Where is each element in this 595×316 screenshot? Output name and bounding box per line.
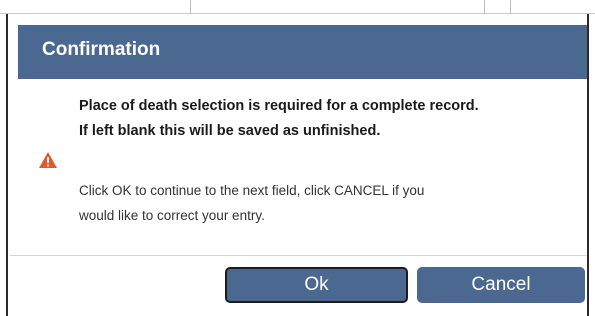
instruction-line: Click OK to continue to the next field, … xyxy=(79,183,425,198)
instruction-line: would like to correct your entry. xyxy=(79,208,265,223)
ok-button-label: Ok xyxy=(304,274,329,295)
cancel-button[interactable]: Cancel xyxy=(417,267,585,303)
ok-button[interactable]: Ok xyxy=(225,267,408,303)
footer-divider xyxy=(10,255,587,256)
message-line: Place of death selection is required for… xyxy=(79,98,479,114)
dialog-title: Confirmation xyxy=(42,39,161,60)
confirmation-dialog: Confirmation Place of death selection is… xyxy=(6,14,589,316)
background-column-divider xyxy=(510,0,511,14)
message-line: If left blank this will be saved as unfi… xyxy=(79,123,381,139)
dialog-message: Place of death selection is required for… xyxy=(79,94,589,144)
cancel-button-label: Cancel xyxy=(471,274,531,295)
dialog-instructions: Click OK to continue to the next field, … xyxy=(79,178,579,228)
background-column-divider xyxy=(190,0,191,14)
background-window-strip xyxy=(0,0,595,14)
background-column-divider xyxy=(484,0,485,14)
warning-icon xyxy=(39,152,57,168)
dialog-header: Confirmation xyxy=(18,25,587,79)
page: Confirmation Place of death selection is… xyxy=(0,0,595,316)
